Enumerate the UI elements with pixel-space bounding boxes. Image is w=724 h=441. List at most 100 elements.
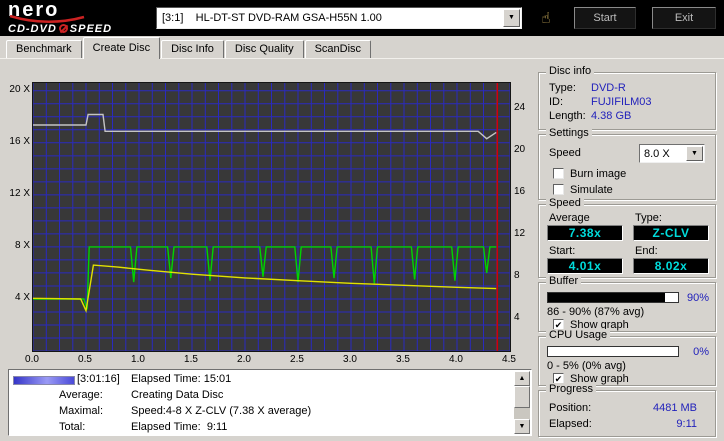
buffer-bar xyxy=(547,292,679,303)
type-display: Z-CLV xyxy=(633,225,709,241)
group-title: Speed xyxy=(546,197,584,209)
drive-select[interactable]: [3:1] HL-DT-ST DVD-RAM GSA-H55N 1.00 ▼ xyxy=(156,7,522,29)
series-buffer-level xyxy=(33,113,497,140)
x-tick-label: 0.5 xyxy=(78,354,92,365)
type-label: Type: xyxy=(635,212,662,224)
end-label: End: xyxy=(635,245,658,257)
log-value: Speed:4-8 X Z-CLV (7.38 X average) xyxy=(131,405,312,417)
status-scrollbar[interactable]: ▲ ▼ xyxy=(514,371,530,434)
nero-logo: nero CD-DVD SPEED xyxy=(8,0,153,35)
tab-disc-quality[interactable]: Disc Quality xyxy=(224,40,304,58)
exit-button[interactable]: Exit xyxy=(652,7,716,29)
hand-cursor-button[interactable]: ☝ xyxy=(532,6,560,30)
simulate-label: Simulate xyxy=(570,184,613,196)
buffer-bar-fill xyxy=(548,293,665,302)
x-tick-label: 3.0 xyxy=(343,354,357,365)
log-row: Average: Creating Data Disc xyxy=(9,389,509,404)
scrollbar-thumb[interactable] xyxy=(514,386,530,408)
tab-disc-info[interactable]: Disc Info xyxy=(161,40,224,58)
log-row: Total: Elapsed Time: 9:11 xyxy=(9,421,509,436)
log-value: Elapsed Time: 9:11 xyxy=(131,421,228,433)
drive-select-value: [3:1] HL-DT-ST DVD-RAM GSA-H55N 1.00 xyxy=(162,12,382,24)
tab-create-disc[interactable]: Create Disc xyxy=(82,37,161,59)
buffer-range-text: 86 - 90% (87% avg) xyxy=(547,306,645,318)
disc-id-label: ID: xyxy=(549,96,564,108)
group-title: Progress xyxy=(546,383,597,395)
log-label: Maximal: xyxy=(59,405,104,417)
start-button[interactable]: Start xyxy=(574,7,636,29)
log-row: [3:01:16] Elapsed Time: 15:01 xyxy=(9,373,509,388)
group-title: Disc info xyxy=(546,65,595,77)
series-average-speed xyxy=(32,264,497,314)
y-right-tick-label: 12 xyxy=(514,228,526,240)
speed-chart-plot xyxy=(32,77,511,352)
dropdown-arrow-icon[interactable]: ▼ xyxy=(503,9,520,27)
logo-speed-text: SPEED xyxy=(69,23,113,35)
elapsed-value: 9:11 xyxy=(676,418,697,430)
position-label: Position: xyxy=(549,402,592,414)
mini-progress-bar xyxy=(13,376,75,385)
group-title: CPU Usage xyxy=(546,329,611,341)
disc-type-label: Type: xyxy=(549,82,576,94)
speed-select[interactable]: 8.0 X ▼ xyxy=(639,144,705,163)
x-tick-label: 4.0 xyxy=(449,354,463,365)
cpu-range-text: 0 - 5% (0% avg) xyxy=(547,360,626,372)
y-left-tick-label: 8 X xyxy=(14,239,30,251)
log-value: Elapsed Time: 15:01 xyxy=(131,373,232,385)
buffer-group: Buffer 90% 86 - 90% (87% avg) ✔ Show gra… xyxy=(538,275,716,332)
series-write-speed xyxy=(33,246,497,310)
end-speed-display: 8.02x xyxy=(633,258,709,274)
status-log: [3:01:16] Elapsed Time: 15:01 Average: C… xyxy=(8,369,532,436)
x-tick-label: 2.0 xyxy=(237,354,251,365)
start-label: Start: xyxy=(549,245,576,257)
burn-image-checkbox[interactable] xyxy=(553,168,564,179)
tab-benchmark[interactable]: Benchmark xyxy=(6,40,82,58)
y-right-tick-label: 8 xyxy=(514,270,520,282)
logo-product-text: CD-DVD SPEED xyxy=(8,23,153,35)
disc-info-group: Disc info Type: DVD-R ID: FUJIFILM03 Len… xyxy=(538,65,716,130)
dropdown-arrow-icon[interactable]: ▼ xyxy=(686,146,703,161)
elapsed-label: Elapsed: xyxy=(549,418,592,430)
x-tick-label: 1.5 xyxy=(184,354,198,365)
y-right-tick-label: 4 xyxy=(514,312,520,324)
y-right-tick-label: 24 xyxy=(514,102,526,114)
group-title: Settings xyxy=(546,127,592,139)
nero-cd-dvd-speed-window: nero CD-DVD SPEED [3:1] HL-DT-ST DVD-RAM … xyxy=(0,0,724,441)
x-tick-label: 1.0 xyxy=(131,354,145,365)
y-left-tick-label: 12 X xyxy=(9,187,30,199)
log-label: Average: xyxy=(59,389,103,401)
y-right-tick-label: 16 xyxy=(514,186,526,198)
chart-canvas xyxy=(32,77,511,352)
log-row: Maximal: Speed:4-8 X Z-CLV (7.38 X avera… xyxy=(9,405,509,420)
burn-image-label: Burn image xyxy=(570,168,627,180)
cpu-usage-group: CPU Usage 0% 0 - 5% (0% avg) ✔ Show grap… xyxy=(538,329,716,386)
start-speed-display: 4.01x xyxy=(547,258,623,274)
disc-length-value: 4.38 GB xyxy=(591,110,632,122)
speed-group: Speed Average Type: 7.38x Z-CLV Start: E… xyxy=(538,197,716,278)
y-left-tick-label: 4 X xyxy=(14,291,30,303)
speed-setting-label: Speed xyxy=(549,147,581,159)
log-label: Total: xyxy=(59,421,86,433)
scroll-up-icon[interactable]: ▲ xyxy=(514,371,530,386)
simulate-checkbox[interactable] xyxy=(553,184,564,195)
settings-group: Settings Speed 8.0 X ▼ Burn image Simula… xyxy=(538,127,716,200)
cpu-percent: 0% xyxy=(693,346,709,358)
tab-bar: Benchmark Create Disc Disc Info Disc Qualit… xyxy=(0,36,724,59)
speed-slash-icon xyxy=(58,24,68,33)
position-value: 4481 MB xyxy=(652,402,697,414)
y-left-tick-label: 20 X xyxy=(9,83,30,95)
x-tick-label: 4.5 xyxy=(502,354,516,365)
average-speed-display: 7.38x xyxy=(547,225,623,241)
tab-scandisc[interactable]: ScanDisc xyxy=(304,40,372,58)
disc-type-value: DVD-R xyxy=(591,82,626,94)
speed-select-value: 8.0 X xyxy=(644,147,670,160)
x-tick-label: 0.0 xyxy=(25,354,39,365)
buffer-percent: 90% xyxy=(686,292,709,304)
log-timestamp: [3:01:16] xyxy=(77,373,120,385)
log-value: Creating Data Disc xyxy=(131,389,224,401)
hand-icon: ☝ xyxy=(541,9,551,27)
cpu-bar xyxy=(547,346,679,357)
scroll-down-icon[interactable]: ▼ xyxy=(514,419,530,434)
x-tick-label: 2.5 xyxy=(290,354,304,365)
title-bar: nero CD-DVD SPEED [3:1] HL-DT-ST DVD-RAM … xyxy=(0,0,724,36)
